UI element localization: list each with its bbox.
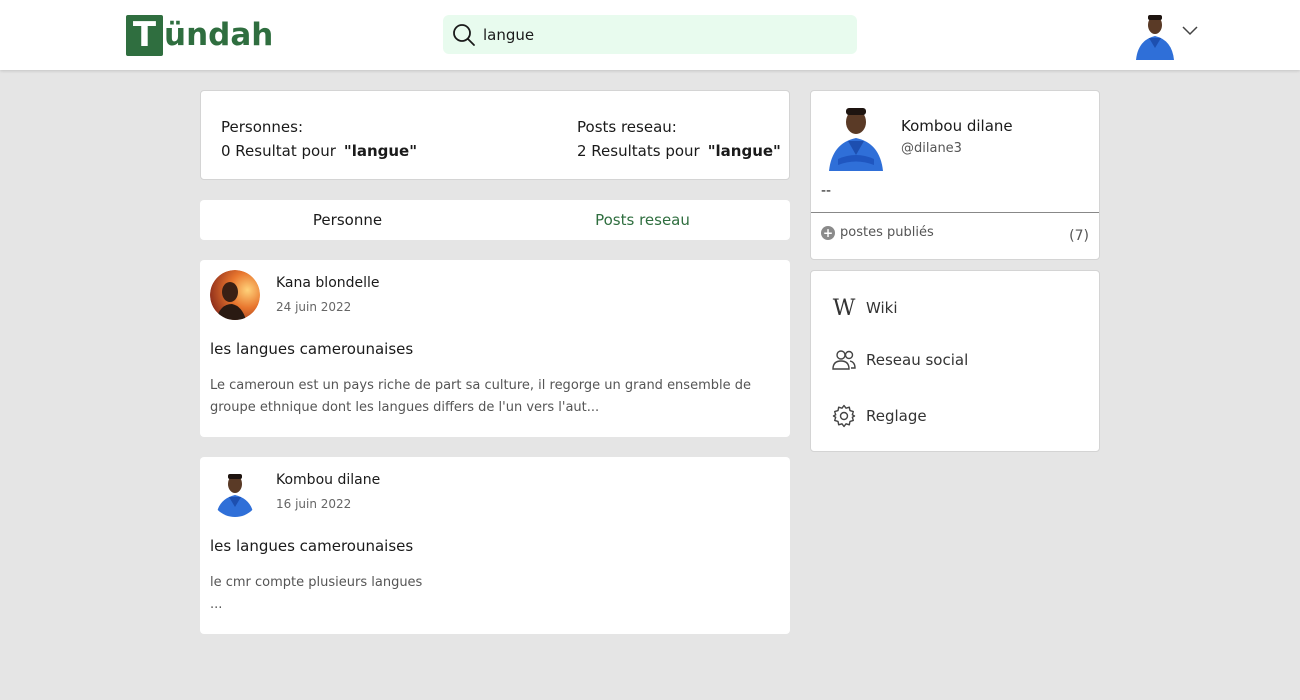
post-title[interactable]: les langues camerounaises [210, 340, 413, 358]
menu-item-label: Reglage [866, 407, 927, 425]
menu-item-label: Wiki [866, 299, 898, 317]
tab-personne[interactable]: Personne [200, 200, 495, 240]
post-excerpt-line: le cmr compte plusieurs langues [210, 575, 423, 590]
logo[interactable]: T ündah [126, 14, 273, 56]
published-posts-stat[interactable]: + postes publiés [821, 225, 934, 240]
people-results: Personnes: 0 Resultat pour "langue" [221, 115, 417, 163]
plus-circle-icon: + [821, 225, 835, 240]
post-excerpt: le cmr compte plusieurs langues ... [210, 572, 780, 616]
post-card[interactable]: Kana blondelle 24 juin 2022 les langues … [200, 260, 790, 437]
post-title[interactable]: les langues camerounaises [210, 537, 413, 555]
posts-results: Posts reseau: 2 Resultats pour "langue" [577, 115, 781, 163]
search-input[interactable] [483, 15, 843, 54]
published-posts-count: (7) [1069, 228, 1089, 244]
post-date: 16 juin 2022 [276, 497, 352, 511]
profile-name[interactable]: Kombou dilane [901, 117, 1013, 135]
users-icon [831, 347, 857, 373]
profile-handle: @dilane3 [901, 141, 962, 156]
chevron-down-icon[interactable] [1181, 24, 1199, 38]
profile-card: Kombou dilane @dilane3 -- + postes publi… [810, 90, 1100, 260]
people-query: "langue" [343, 142, 418, 160]
profile-bio: -- [821, 183, 832, 199]
post-date: 24 juin 2022 [276, 300, 352, 314]
post-author[interactable]: Kombou dilane [276, 472, 380, 488]
people-label: Personnes: [221, 118, 304, 136]
author-avatar[interactable] [210, 270, 260, 320]
menu-item-reseau-social[interactable]: Reseau social [831, 345, 968, 375]
divider [811, 212, 1099, 213]
published-posts-label: postes publiés [840, 225, 934, 240]
side-menu: W Wiki Reseau social Reglage [810, 270, 1100, 452]
posts-label: Posts reseau: [577, 118, 677, 136]
menu-item-reglage[interactable]: Reglage [831, 401, 927, 431]
gear-icon [831, 403, 857, 429]
post-excerpt: Le cameroun est un pays riche de part sa… [210, 378, 751, 415]
search-results-summary: Personnes: 0 Resultat pour "langue" Posts… [200, 90, 790, 180]
profile-avatar[interactable] [826, 101, 886, 171]
tab-posts-reseau[interactable]: Posts reseau [495, 200, 790, 240]
search-bar[interactable] [443, 15, 857, 54]
logo-mark: T [126, 14, 163, 56]
posts-count-line: 2 Resultats pour "langue" [577, 139, 781, 163]
wiki-w-icon: W [832, 295, 856, 321]
author-avatar[interactable] [210, 467, 260, 517]
results-tabs: Personne Posts reseau [200, 200, 790, 240]
post-excerpt-line: ... [210, 597, 223, 612]
user-avatar[interactable] [1134, 10, 1176, 60]
post-author[interactable]: Kana blondelle [276, 275, 380, 291]
people-count-line: 0 Resultat pour "langue" [221, 139, 417, 163]
menu-item-wiki[interactable]: W Wiki [831, 293, 898, 323]
post-card[interactable]: Kombou dilane 16 juin 2022 les langues c… [200, 457, 790, 634]
top-bar: T ündah [0, 0, 1300, 70]
logo-text: ündah [164, 17, 274, 53]
posts-query: "langue" [707, 142, 781, 160]
search-icon [453, 24, 475, 46]
menu-item-label: Reseau social [866, 351, 969, 369]
people-count: 0 Resultat pour [221, 142, 336, 160]
posts-count: 2 Resultats pour [577, 142, 700, 160]
